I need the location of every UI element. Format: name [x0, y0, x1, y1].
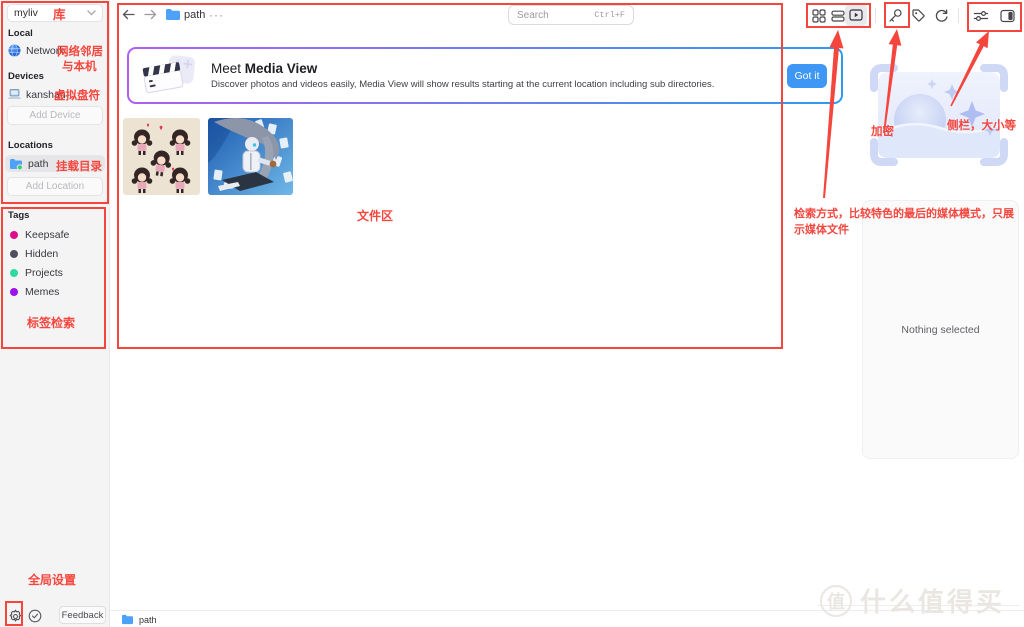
section-devices: Devices — [8, 71, 44, 82]
sidebar-item-tag-projects[interactable]: Projects — [10, 266, 63, 280]
inspector-toggle-button[interactable] — [999, 7, 1016, 24]
chevron-down-icon — [87, 7, 96, 19]
statusbar-path[interactable]: path — [121, 614, 157, 625]
sidebar-item-tag-memes[interactable]: Memes — [10, 285, 59, 299]
banner-description: Discover photos and videos easily, Media… — [211, 79, 714, 90]
search-shortcut: Ctrl+F — [594, 10, 625, 20]
annotation-file-area: 文件区 — [357, 207, 393, 224]
settings-gear-button[interactable] — [8, 609, 23, 627]
watermark-badge: 值 — [820, 585, 852, 617]
sidebar-item-tag-hidden[interactable]: Hidden — [10, 247, 58, 261]
file-thumbnail-chibi[interactable] — [123, 118, 200, 195]
list-view-button[interactable] — [829, 7, 846, 24]
library-name: myliv — [14, 7, 38, 19]
got-it-button[interactable]: Got it — [787, 64, 827, 88]
sliders-icon — [973, 9, 989, 23]
media-view-banner: Meet Media View Discover photos and vide… — [127, 47, 843, 104]
key-icon — [887, 8, 903, 24]
sidebar-item-location-path[interactable]: path — [5, 155, 105, 172]
breadcrumb-folder-icon — [165, 8, 181, 26]
section-tags: Tags — [8, 210, 29, 221]
tag-assign-button[interactable] — [910, 7, 927, 24]
library-switcher[interactable]: myliv — [7, 4, 103, 22]
folder-icon — [121, 614, 134, 625]
tag-icon — [911, 8, 926, 23]
forward-button[interactable] — [143, 7, 159, 23]
sidebar-item-device[interactable]: kanshan — [8, 86, 66, 103]
grid-view-button[interactable] — [810, 7, 827, 24]
tag-label: Keepsafe — [25, 229, 69, 241]
list-view-icon — [831, 9, 845, 23]
clapperboard-icon — [141, 53, 197, 99]
tag-color-dot — [10, 231, 18, 239]
inspector-empty-card: Nothing selected — [862, 200, 1019, 459]
watermark: 值 什么值得买 — [820, 582, 1005, 619]
check-circle-icon — [28, 609, 42, 623]
refresh-button[interactable] — [933, 7, 950, 24]
watermark-text: 什么值得买 — [860, 582, 1005, 619]
sidebar-item-tag-keepsafe[interactable]: Keepsafe — [10, 228, 69, 242]
back-button[interactable] — [121, 7, 137, 23]
tag-label: Memes — [25, 286, 59, 298]
location-label: path — [28, 158, 48, 170]
feedback-button[interactable]: Feedback — [59, 606, 106, 624]
gear-icon — [8, 609, 23, 624]
media-view-button[interactable] — [845, 4, 867, 26]
arrow-right-icon — [143, 7, 158, 22]
tag-label: Projects — [25, 267, 63, 279]
banner-text: Meet Media View Discover photos and vide… — [211, 61, 714, 90]
breadcrumb[interactable]: path — [184, 9, 205, 21]
tag-color-dot — [10, 288, 18, 296]
grid-view-icon — [812, 9, 826, 23]
folder-location-icon — [9, 158, 23, 170]
search-box[interactable]: Ctrl+F — [508, 5, 634, 25]
laptop-icon — [8, 89, 21, 100]
no-selection-illustration — [868, 62, 1010, 173]
statusbar-path-label: path — [139, 615, 157, 625]
refresh-icon — [934, 8, 949, 23]
banner-title: Meet Media View — [211, 61, 714, 76]
breadcrumb-more-button[interactable]: ··· — [209, 8, 224, 22]
app-window: { "window": { "library_name": "myliv", "… — [0, 0, 1024, 627]
toolbar-divider — [875, 8, 876, 23]
view-options-button[interactable] — [972, 7, 989, 24]
inspector-empty-message: Nothing selected — [901, 324, 979, 336]
network-label: Network — [26, 45, 65, 57]
toolbar-divider — [958, 8, 959, 23]
tag-color-dot — [10, 269, 18, 277]
tag-label: Hidden — [25, 248, 58, 260]
section-locations: Locations — [8, 140, 53, 151]
tag-color-dot — [10, 250, 18, 258]
file-thumbnail-robot-girl[interactable] — [208, 118, 293, 195]
add-device-button[interactable]: Add Device — [7, 106, 103, 125]
media-view-icon — [849, 8, 863, 22]
add-location-button[interactable]: Add Location — [7, 177, 103, 196]
network-globe-icon — [8, 44, 21, 57]
search-input[interactable] — [517, 10, 590, 21]
sidebar-toggle-icon — [1000, 9, 1015, 23]
arrow-left-icon — [121, 7, 136, 22]
device-label: kanshan — [26, 89, 66, 101]
key-manager-button[interactable] — [886, 7, 903, 24]
sidebar: myliv Local Network Devices kanshan Add … — [0, 0, 110, 627]
status-check-button[interactable] — [28, 609, 42, 627]
section-local: Local — [8, 28, 33, 39]
sidebar-item-network[interactable]: Network — [8, 42, 65, 59]
